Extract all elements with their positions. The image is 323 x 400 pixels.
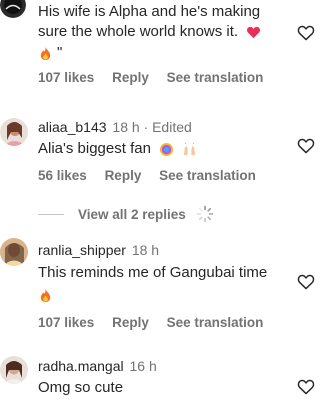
comment-actions: 56 likes Reply See translation bbox=[38, 168, 287, 183]
username-link[interactable]: radha.mangal bbox=[38, 358, 124, 374]
comment-text-line3: " bbox=[38, 43, 287, 63]
avatar[interactable] bbox=[0, 118, 28, 146]
comment-header: aliaa_b143 18 h · Edited bbox=[38, 118, 287, 136]
heart-eyes-emoji-icon bbox=[159, 142, 174, 157]
comment-1: His wife is Alpha and he's making sure t… bbox=[0, 0, 323, 90]
avatar-image bbox=[0, 118, 28, 146]
avatar[interactable] bbox=[0, 238, 28, 266]
comment-4: radha.mangal 16 h Omg so cute bbox=[0, 352, 323, 400]
username-link[interactable]: aliaa_b143 bbox=[38, 119, 107, 135]
see-translation-link[interactable]: See translation bbox=[159, 168, 256, 183]
avatar[interactable] bbox=[0, 0, 26, 18]
see-translation-link[interactable]: See translation bbox=[167, 315, 264, 330]
reply-button[interactable]: Reply bbox=[105, 168, 142, 183]
like-heart-icon[interactable] bbox=[297, 138, 315, 154]
like-heart-icon[interactable] bbox=[297, 274, 315, 290]
comment-text-line2: sure the whole world knows it. bbox=[38, 22, 287, 42]
comment-header: radha.mangal 16 h bbox=[38, 357, 287, 375]
comment-text-row: Alia's biggest fan bbox=[38, 139, 287, 159]
avatar-image bbox=[0, 356, 28, 384]
likes-count[interactable]: 56 likes bbox=[38, 168, 87, 183]
username-link[interactable]: ranlia_shipper bbox=[38, 242, 126, 258]
avatar[interactable] bbox=[0, 356, 28, 384]
like-heart-icon[interactable] bbox=[297, 25, 315, 41]
avatar-image bbox=[0, 0, 26, 18]
timestamp: 18 h · Edited bbox=[112, 119, 192, 135]
reply-button[interactable]: Reply bbox=[112, 70, 149, 85]
divider-line bbox=[38, 213, 64, 215]
likes-count[interactable]: 107 likes bbox=[38, 70, 94, 85]
see-translation-link[interactable]: See translation bbox=[167, 70, 264, 85]
comment-actions: 107 likes Reply See translation bbox=[38, 70, 287, 85]
view-replies-label: View all 2 replies bbox=[78, 206, 186, 222]
comment-text: This reminds me of Gangubai time bbox=[38, 264, 268, 281]
timestamp: 16 h bbox=[129, 358, 157, 374]
fire-emoji-icon bbox=[38, 288, 53, 303]
avatar-image bbox=[0, 238, 28, 266]
view-replies-button[interactable]: View all 2 replies bbox=[38, 204, 214, 224]
reply-button[interactable]: Reply bbox=[112, 315, 149, 330]
raising-hands-emoji-icon bbox=[182, 142, 197, 157]
heart-emoji-icon bbox=[246, 25, 261, 40]
comment-emoji-row bbox=[38, 285, 287, 305]
comment-text: Omg so cute bbox=[38, 379, 124, 396]
timestamp: 18 h bbox=[131, 242, 160, 258]
fire-emoji-icon bbox=[38, 46, 53, 61]
spinner-icon bbox=[196, 205, 214, 223]
like-heart-icon[interactable] bbox=[297, 379, 315, 395]
likes-count[interactable]: 107 likes bbox=[38, 315, 94, 330]
comment-text: Alia's biggest fan bbox=[38, 140, 151, 157]
comment-actions: 107 likes Reply See translation bbox=[38, 315, 287, 330]
comment-text: His wife is Alpha and he's making bbox=[38, 3, 261, 20]
comment-header: ranlia_shipper 18 h bbox=[38, 241, 287, 259]
comment-2: aliaa_b143 18 h · Edited Alia's biggest … bbox=[0, 110, 323, 190]
comment-3: ranlia_shipper 18 h This reminds me of G… bbox=[0, 238, 323, 333]
